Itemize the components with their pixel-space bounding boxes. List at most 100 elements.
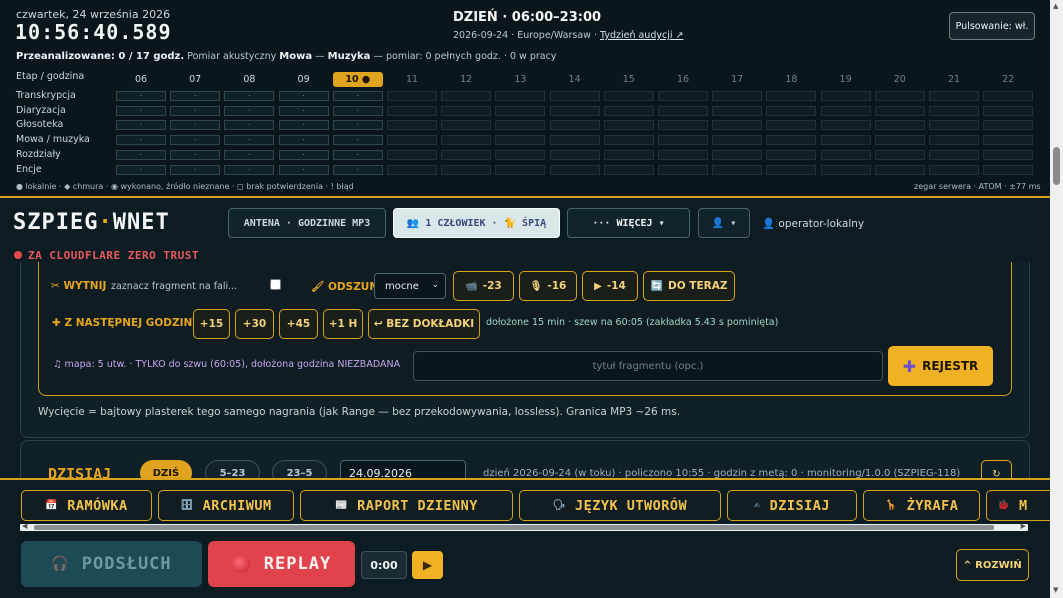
stage-cell[interactable]: ·	[224, 149, 275, 160]
stage-cell[interactable]	[441, 135, 492, 146]
page-scrollbar[interactable]: ▲ ▼	[1050, 0, 1063, 598]
stage-cell[interactable]	[929, 120, 979, 131]
stage-cell[interactable]: ·	[116, 164, 166, 175]
back-16-button[interactable]: 🎙 -16	[519, 271, 577, 301]
until-now-button[interactable]: 🔄 DO TERAZ	[643, 271, 735, 301]
stage-cell[interactable]	[712, 164, 763, 175]
stage-cell[interactable]	[549, 164, 600, 175]
stage-cell[interactable]	[820, 149, 871, 160]
stage-cell[interactable]: ·	[332, 91, 383, 101]
stage-cell[interactable]: ·	[278, 164, 329, 175]
stage-cell[interactable]	[874, 120, 925, 131]
stage-cell[interactable]	[874, 135, 925, 146]
stage-cell[interactable]	[495, 164, 546, 175]
stage-cell[interactable]	[874, 164, 925, 175]
stage-cell[interactable]	[603, 105, 654, 116]
stage-cell[interactable]	[820, 135, 871, 146]
stage-cell[interactable]	[820, 164, 871, 175]
stage-cell[interactable]	[441, 149, 492, 160]
stage-cell[interactable]	[495, 135, 546, 146]
stage-cell[interactable]: ·	[224, 164, 275, 175]
cut-checkbox[interactable]	[270, 279, 281, 290]
stage-cell[interactable]	[658, 135, 708, 146]
nav-zyrafa[interactable]: 🦒 ŻYRAFA	[863, 490, 980, 521]
play-button[interactable]: ▶	[412, 551, 443, 579]
stage-cell[interactable]: ·	[116, 135, 166, 146]
stage-cell[interactable]	[929, 91, 979, 101]
stage-cell[interactable]	[495, 149, 546, 160]
add-1h-button[interactable]: +1 H	[323, 309, 363, 339]
back-23-button[interactable]: 📹 -23	[453, 271, 514, 301]
stage-cell[interactable]	[495, 120, 546, 131]
register-button[interactable]: ✚ REJESTR	[888, 346, 993, 386]
stage-cell[interactable]: ·	[116, 105, 166, 116]
stage-cell[interactable]	[712, 105, 763, 116]
stage-cell[interactable]	[549, 91, 600, 101]
fragment-title-input[interactable]: tytuł fragmentu (opc.)	[413, 351, 883, 381]
stage-cell[interactable]	[441, 105, 492, 116]
stage-cell[interactable]	[712, 91, 763, 101]
stage-cell[interactable]: ·	[224, 135, 275, 146]
stage-cell[interactable]	[983, 149, 1034, 160]
stage-cell[interactable]	[820, 105, 871, 116]
stage-cell[interactable]	[658, 120, 708, 131]
stage-cell[interactable]: ·	[116, 91, 166, 101]
stage-cell[interactable]	[929, 105, 979, 116]
stage-cell[interactable]	[929, 164, 979, 175]
nav-archiwum[interactable]: 🗄 ARCHIWUM	[158, 490, 294, 521]
stage-cell[interactable]	[549, 135, 600, 146]
stage-cell[interactable]	[603, 91, 654, 101]
stage-cell[interactable]: ·	[224, 120, 275, 131]
stage-cell[interactable]	[603, 164, 654, 175]
stage-cell[interactable]	[658, 105, 708, 116]
stage-cell[interactable]: ·	[332, 149, 383, 160]
stage-cell[interactable]	[495, 91, 546, 101]
stage-cell[interactable]	[603, 135, 654, 146]
no-extension-button[interactable]: ↩ BEZ DOKŁADKI	[368, 309, 480, 339]
stage-cell[interactable]	[874, 105, 925, 116]
stage-cell[interactable]: ·	[116, 120, 166, 131]
stage-cell[interactable]: ·	[116, 149, 166, 160]
stage-cell[interactable]: ·	[332, 164, 383, 175]
stage-cell[interactable]: ·	[332, 135, 383, 146]
stage-cell[interactable]: ·	[170, 149, 221, 160]
stage-cell[interactable]	[712, 120, 763, 131]
stage-cell[interactable]	[983, 164, 1034, 175]
antena-button[interactable]: ANTENA · GODZINNE MP3	[228, 208, 386, 238]
stage-cell[interactable]	[929, 149, 979, 160]
stage-cell[interactable]	[766, 135, 817, 146]
replay-button[interactable]: REPLAY	[208, 541, 355, 587]
stage-cell[interactable]: ·	[278, 91, 329, 101]
odszum-select[interactable]: mocne ⌄	[374, 273, 446, 299]
stage-cell[interactable]: ·	[332, 105, 383, 116]
scroll-down-icon[interactable]: ▼	[1053, 586, 1058, 594]
stage-cell[interactable]	[603, 149, 654, 160]
stage-cell[interactable]: ·	[170, 135, 221, 146]
stage-cell[interactable]: ·	[170, 91, 221, 101]
nav-raport-dzienny[interactable]: 📰 RAPORT DZIENNY	[300, 490, 513, 521]
nav-dzisiaj[interactable]: ✍ DZISIAJ	[727, 490, 857, 521]
stage-cell[interactable]	[387, 91, 437, 101]
stage-cell[interactable]	[712, 135, 763, 146]
stage-cell[interactable]	[766, 91, 817, 101]
stage-cell[interactable]	[387, 149, 437, 160]
listen-button[interactable]: 🎧 PODSŁUCH	[21, 541, 202, 587]
stage-cell[interactable]	[441, 164, 492, 175]
stage-cell[interactable]	[766, 164, 817, 175]
stage-cell[interactable]	[820, 91, 871, 101]
stage-cell[interactable]	[549, 105, 600, 116]
stage-cell[interactable]: ·	[278, 120, 329, 131]
stage-cell[interactable]	[983, 91, 1034, 101]
nav-jezyk-utworow[interactable]: 🗣 JĘZYK UTWORÓW	[519, 490, 721, 521]
add-30-button[interactable]: +30	[235, 309, 274, 339]
stage-cell[interactable]: ·	[170, 105, 221, 116]
stage-cell[interactable]: ·	[278, 105, 329, 116]
week-link[interactable]: Tydzień audycji ↗	[600, 30, 683, 41]
stage-cell[interactable]: ·	[170, 120, 221, 131]
stage-cell[interactable]: ·	[278, 135, 329, 146]
pulse-toggle-button[interactable]: Pulsowanie: wł.	[949, 12, 1035, 40]
page-scroll-thumb[interactable]	[1053, 147, 1060, 185]
stage-cell[interactable]	[766, 120, 817, 131]
nav-ramowka[interactable]: 📅 RAMÓWKA	[21, 490, 152, 521]
add-45-button[interactable]: +45	[279, 309, 318, 339]
